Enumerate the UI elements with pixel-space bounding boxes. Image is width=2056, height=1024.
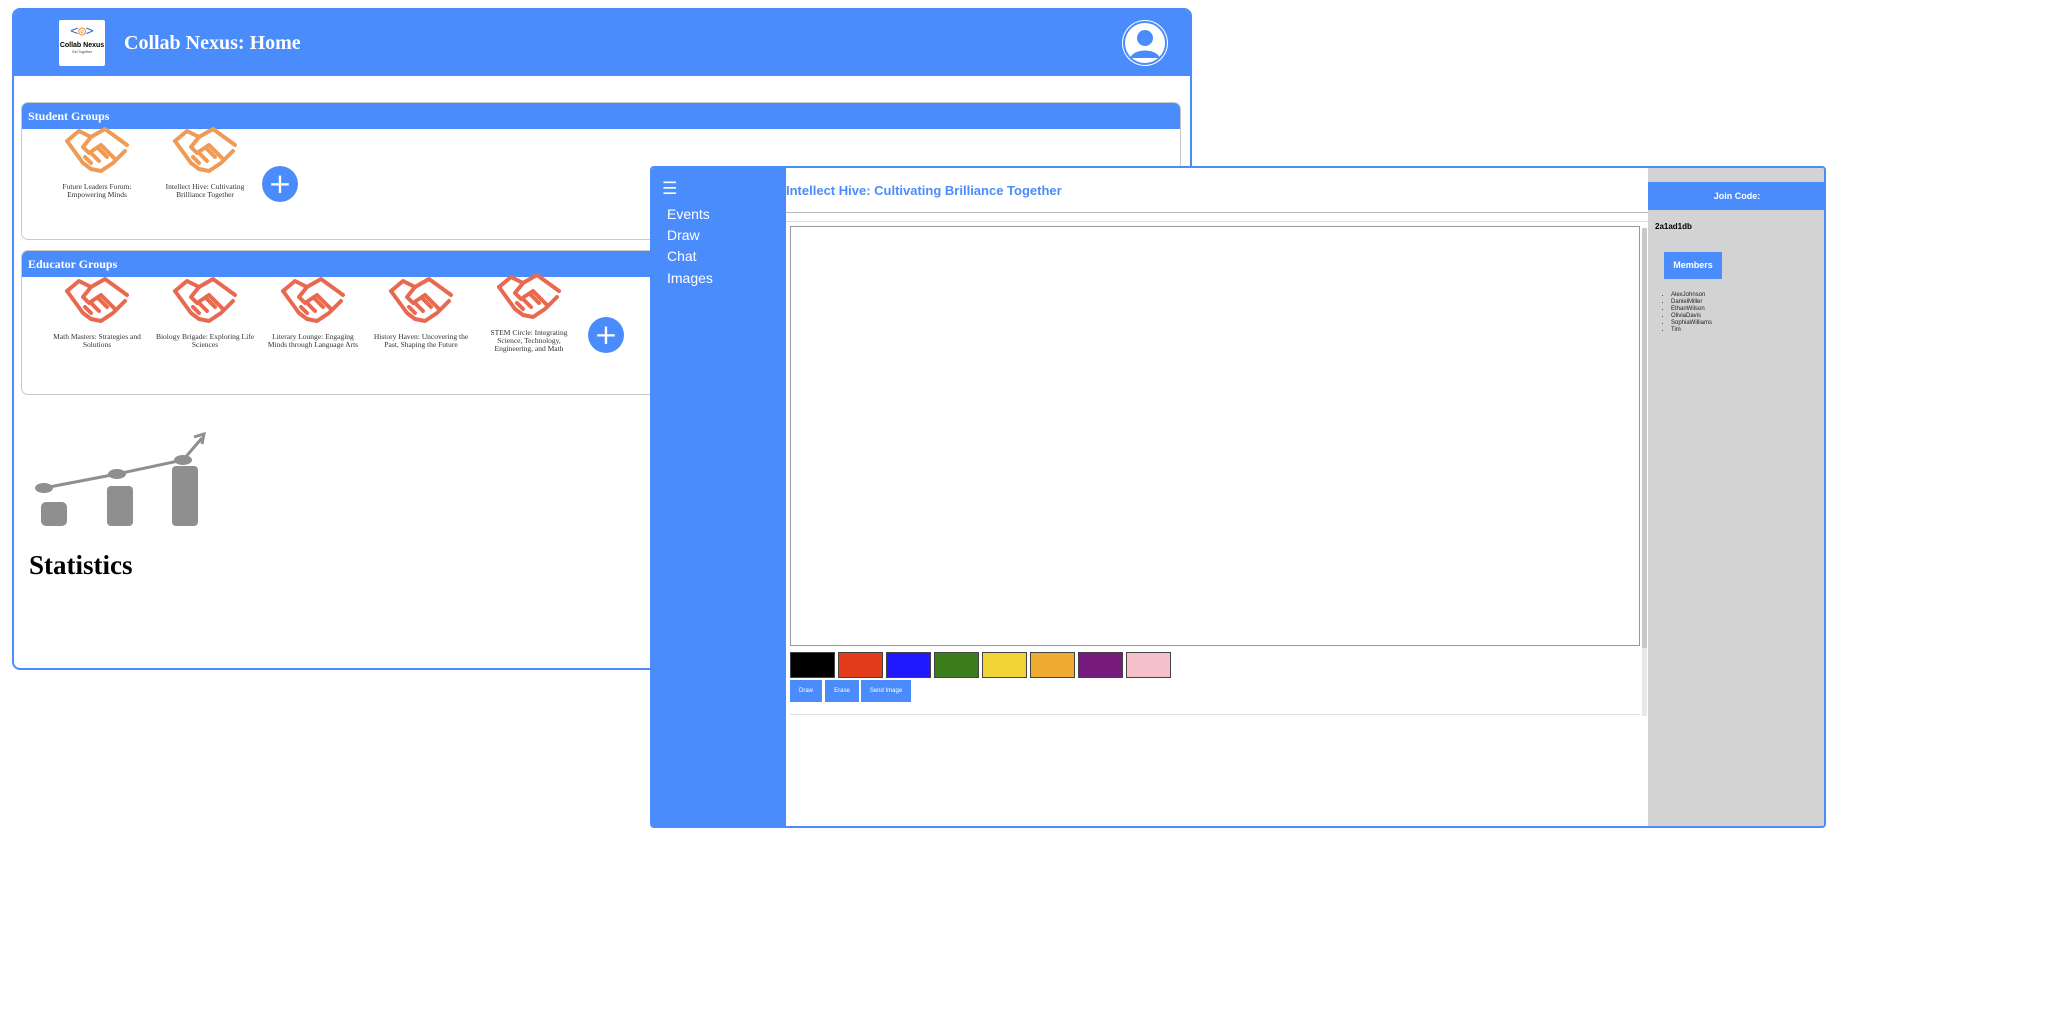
statistics-link[interactable] [22,428,222,548]
group-main: Intellect Hive: Cultivating Brilliance T… [786,168,1648,826]
logo-name: Collab Nexus [59,42,105,49]
handshake-icon [65,127,129,173]
member-item: SophiaWilliams [1671,320,1712,327]
members-list: AlexJohnson DanielMiller EthanWilson Oli… [1655,292,1712,334]
divider [790,714,1640,715]
scrollbar-thumb[interactable] [1642,228,1647,648]
send-image-button[interactable]: Send Image [861,680,911,702]
handshake-icon [173,127,237,173]
group-card-future-leaders[interactable]: Future Leaders Forum: Empowering Minds [47,119,147,199]
join-code-header: Join Code: [1648,182,1824,210]
color-swatch-pink[interactable] [1126,652,1171,678]
statistics-chart-icon [35,431,206,526]
group-card-label: Math Masters: Strategies and Solutions [53,332,141,349]
group-card-label: Biology Brigade: Exploring Life Sciences [155,332,255,349]
group-card-math-masters[interactable]: Math Masters: Strategies and Solutions [47,269,147,349]
color-swatch-purple[interactable] [1078,652,1123,678]
member-item: Tim [1671,327,1712,334]
member-item: DanielMiller [1671,299,1712,306]
user-icon [1123,21,1167,65]
group-card-label: History Haven: Uncovering the Past, Shap… [373,332,469,349]
add-student-group-button[interactable]: + [262,166,298,202]
page-title: Collab Nexus: Home [124,32,301,54]
group-window: ☰ Events Draw Chat Images Intellect Hive… [650,166,1826,828]
nav-item-chat[interactable]: Chat [667,248,697,264]
nav-item-events[interactable]: Events [667,206,710,222]
home-header: <◎> Collab Nexus Get Together Collab Nex… [14,10,1190,76]
group-card-biology-brigade[interactable]: Biology Brigade: Exploring Life Sciences [155,269,255,349]
nav-item-draw[interactable]: Draw [667,227,700,243]
statistics-label[interactable]: Statistics [29,550,133,581]
group-title: Intellect Hive: Cultivating Brilliance T… [786,183,1062,198]
color-swatch-black[interactable] [790,652,835,678]
divider [786,221,1648,222]
color-swatch-orange[interactable] [1030,652,1075,678]
profile-avatar-button[interactable] [1122,20,1168,66]
logo-tagline: Get Together [71,50,93,54]
add-educator-group-button[interactable]: + [588,317,624,353]
members-button[interactable]: Members [1664,252,1722,279]
group-card-label: STEM Circle: Integrating Science, Techno… [490,328,568,353]
nav-item-images[interactable]: Images [667,270,713,286]
group-card-label: Future Leaders Forum: Empowering Minds [62,182,132,199]
group-card-stem-circle[interactable]: STEM Circle: Integrating Science, Techno… [479,265,579,353]
group-card-label: Intellect Hive: Cultivating Brilliance T… [165,182,245,199]
handshake-icon [389,277,453,323]
scrollbar[interactable] [1642,228,1647,716]
hamburger-menu-icon[interactable]: ☰ [662,180,677,198]
group-card-label: Literary Lounge: Engaging Minds through … [267,332,359,349]
member-item: OliviaDavis [1671,313,1712,320]
handshake-icon [497,273,561,319]
side-nav: ☰ Events Draw Chat Images [652,168,786,826]
color-swatch-red[interactable] [838,652,883,678]
erase-button[interactable]: Erase [825,680,859,702]
member-item: AlexJohnson [1671,292,1712,299]
handshake-icon [173,277,237,323]
group-card-history-haven[interactable]: History Haven: Uncovering the Past, Shap… [371,269,471,349]
color-swatch-green[interactable] [934,652,979,678]
group-card-literary-lounge[interactable]: Literary Lounge: Engaging Minds through … [263,269,363,349]
divider [786,212,1648,213]
handshake-icon [65,277,129,323]
group-card-intellect-hive[interactable]: Intellect Hive: Cultivating Brilliance T… [155,119,255,199]
group-info-panel: Join Code: 2a1ad1db Members AlexJohnson … [1648,168,1824,826]
app-logo[interactable]: <◎> Collab Nexus Get Together [59,20,105,66]
join-code-value: 2a1ad1db [1655,222,1692,231]
color-swatch-blue[interactable] [886,652,931,678]
color-swatch-yellow[interactable] [982,652,1027,678]
handshake-icon [281,277,345,323]
member-item: EthanWilson [1671,306,1712,313]
draw-button[interactable]: Draw [790,680,822,702]
drawing-canvas[interactable] [790,226,1640,646]
